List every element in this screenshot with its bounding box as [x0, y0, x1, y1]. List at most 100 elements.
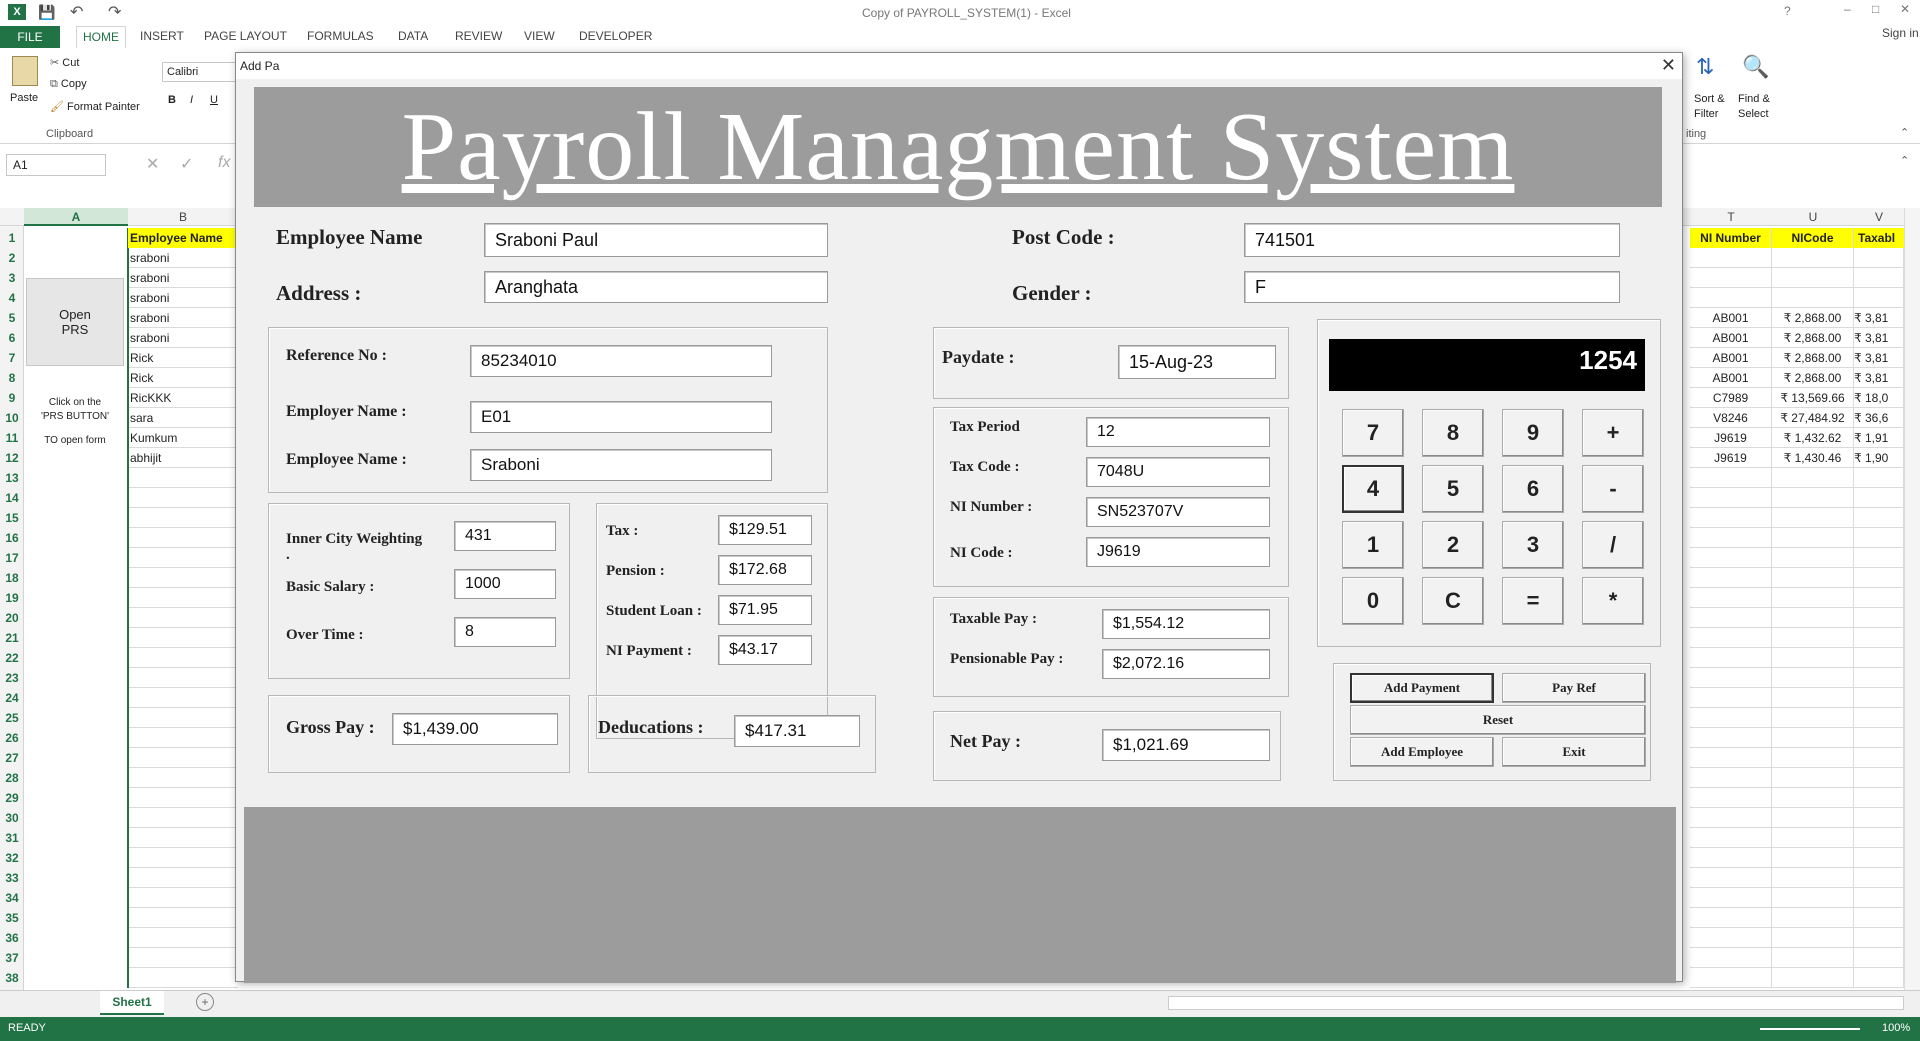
sort-filter-label[interactable]: Sort & Filter	[1694, 92, 1725, 122]
calc-key-3[interactable]: 3	[1502, 521, 1564, 569]
sheet-cell-v[interactable]	[1854, 948, 1904, 968]
sheet-cell-v[interactable]	[1854, 248, 1904, 268]
tab-home[interactable]: HOME	[76, 26, 126, 48]
sheet-cell-v[interactable]: ₹ 1,91	[1854, 428, 1904, 448]
column-header-u[interactable]: U	[1772, 208, 1854, 226]
header-cell-taxable[interactable]: Taxabl	[1854, 228, 1904, 248]
sheet-cell-u[interactable]	[1772, 608, 1854, 628]
employee-name-cell[interactable]: Kumkum	[128, 428, 238, 448]
sheet-cell-u[interactable]	[1772, 868, 1854, 888]
employee-name-cell[interactable]: sraboni	[128, 328, 238, 348]
sheet-cell-v[interactable]: ₹ 3,81	[1854, 328, 1904, 348]
add-sheet-icon[interactable]: +	[196, 993, 214, 1011]
row-header[interactable]: 11	[0, 428, 24, 448]
sheet-cell-v[interactable]	[1854, 828, 1904, 848]
sheet-cell-u[interactable]: ₹ 1,432.62	[1772, 428, 1854, 448]
cut-button[interactable]: ✂ Cut	[50, 56, 79, 69]
sheet-cell-u[interactable]	[1772, 548, 1854, 568]
tax-field[interactable]: $129.51	[718, 515, 812, 545]
employee-name-cell[interactable]	[128, 748, 238, 768]
gross-pay-field[interactable]: $1,439.00	[392, 713, 558, 745]
sheet-cell-t[interactable]	[1690, 708, 1772, 728]
sheet-cell-u[interactable]	[1772, 748, 1854, 768]
sheet-cell-u[interactable]	[1772, 828, 1854, 848]
row-header[interactable]: 7	[0, 348, 24, 368]
over-time-field[interactable]: 8	[454, 617, 556, 647]
sheet-cell-v[interactable]	[1854, 468, 1904, 488]
sheet-cell-v[interactable]	[1854, 668, 1904, 688]
employee-name-cell[interactable]	[128, 728, 238, 748]
row-header[interactable]: 3	[0, 268, 24, 288]
sheet-cell-u[interactable]	[1772, 248, 1854, 268]
row-header[interactable]: 34	[0, 888, 24, 908]
reference-no-field[interactable]: 85234010	[470, 345, 772, 377]
row-header[interactable]: 18	[0, 568, 24, 588]
paste-icon[interactable]	[12, 56, 38, 86]
sheet-cell-t[interactable]	[1690, 668, 1772, 688]
basic-salary-field[interactable]: 1000	[454, 569, 556, 599]
find-select-label[interactable]: Find & Select	[1738, 92, 1770, 122]
sheet-cell-t[interactable]: AB001	[1690, 348, 1772, 368]
employee-name-cell[interactable]	[128, 688, 238, 708]
vertical-scrollbar[interactable]	[1904, 208, 1920, 990]
calc-key-7[interactable]: 7	[1342, 409, 1404, 457]
employee-name-cell[interactable]: sraboni	[128, 308, 238, 328]
row-header[interactable]: 12	[0, 448, 24, 468]
open-prs-button[interactable]: Open PRS	[26, 278, 124, 366]
employee-name-cell[interactable]: Rick	[128, 348, 238, 368]
employee-name-cell[interactable]	[128, 468, 238, 488]
tax-period-field[interactable]: 12	[1086, 417, 1270, 447]
sheet-cell-u[interactable]: ₹ 2,868.00	[1772, 308, 1854, 328]
horizontal-scrollbar[interactable]	[1168, 996, 1904, 1010]
row-header[interactable]: 36	[0, 928, 24, 948]
employee-name-cell[interactable]: RicKKK	[128, 388, 238, 408]
sheet-cell-v[interactable]	[1854, 788, 1904, 808]
calc-key-plus[interactable]: +	[1582, 409, 1644, 457]
sheet-cell-t[interactable]	[1690, 728, 1772, 748]
sheet-cell-u[interactable]: ₹ 2,868.00	[1772, 348, 1854, 368]
employee-name-cell[interactable]	[128, 668, 238, 688]
sheet-cell-t[interactable]	[1690, 628, 1772, 648]
sheet-cell-u[interactable]	[1772, 928, 1854, 948]
row-header[interactable]: 22	[0, 648, 24, 668]
calc-key-1[interactable]: 1	[1342, 521, 1404, 569]
sheet-cell-t[interactable]	[1690, 288, 1772, 308]
sheet-cell-t[interactable]	[1690, 968, 1772, 988]
sheet-cell-t[interactable]	[1690, 948, 1772, 968]
employee-name-cell[interactable]	[128, 828, 238, 848]
row-header[interactable]: 15	[0, 508, 24, 528]
bold-button[interactable]: B	[168, 94, 176, 106]
tab-data[interactable]: DATA	[398, 29, 428, 43]
sheet-cell-v[interactable]	[1854, 508, 1904, 528]
employee-name2-field[interactable]: Sraboni	[470, 449, 772, 481]
calc-key-5[interactable]: 5	[1422, 465, 1484, 513]
ni-code-field[interactable]: J9619	[1086, 537, 1270, 567]
ni-number-field[interactable]: SN523707V	[1086, 497, 1270, 527]
sheet-cell-v[interactable]: ₹ 36,6	[1854, 408, 1904, 428]
tab-view[interactable]: VIEW	[524, 29, 555, 43]
minimize-icon[interactable]: –	[1844, 2, 1851, 16]
employee-name-cell[interactable]	[128, 568, 238, 588]
zoom-slider[interactable]	[1760, 1028, 1860, 1030]
sheet-cell-u[interactable]: ₹ 27,484.92	[1772, 408, 1854, 428]
row-header[interactable]: 38	[0, 968, 24, 988]
sheet-cell-t[interactable]	[1690, 488, 1772, 508]
sign-in-link[interactable]: Sign in	[1882, 26, 1919, 40]
sheet-cell-u[interactable]	[1772, 508, 1854, 528]
sheet-cell-t[interactable]: J9619	[1690, 428, 1772, 448]
row-header[interactable]: 10	[0, 408, 24, 428]
tax-code-field[interactable]: 7048U	[1086, 457, 1270, 487]
row-header[interactable]: 28	[0, 768, 24, 788]
sheet-cell-u[interactable]	[1772, 468, 1854, 488]
sheet-cell-t[interactable]	[1690, 268, 1772, 288]
copy-button[interactable]: ⧉ Copy	[50, 78, 87, 91]
italic-button[interactable]: I	[190, 94, 193, 106]
sheet-cell-v[interactable]	[1854, 748, 1904, 768]
sheet-cell-t[interactable]	[1690, 588, 1772, 608]
row-header[interactable]: 5	[0, 308, 24, 328]
row-header[interactable]: 30	[0, 808, 24, 828]
pension-field[interactable]: $172.68	[718, 555, 812, 585]
sheet-cell-v[interactable]	[1854, 268, 1904, 288]
sheet-cell-u[interactable]	[1772, 648, 1854, 668]
sheet-cell-v[interactable]	[1854, 688, 1904, 708]
